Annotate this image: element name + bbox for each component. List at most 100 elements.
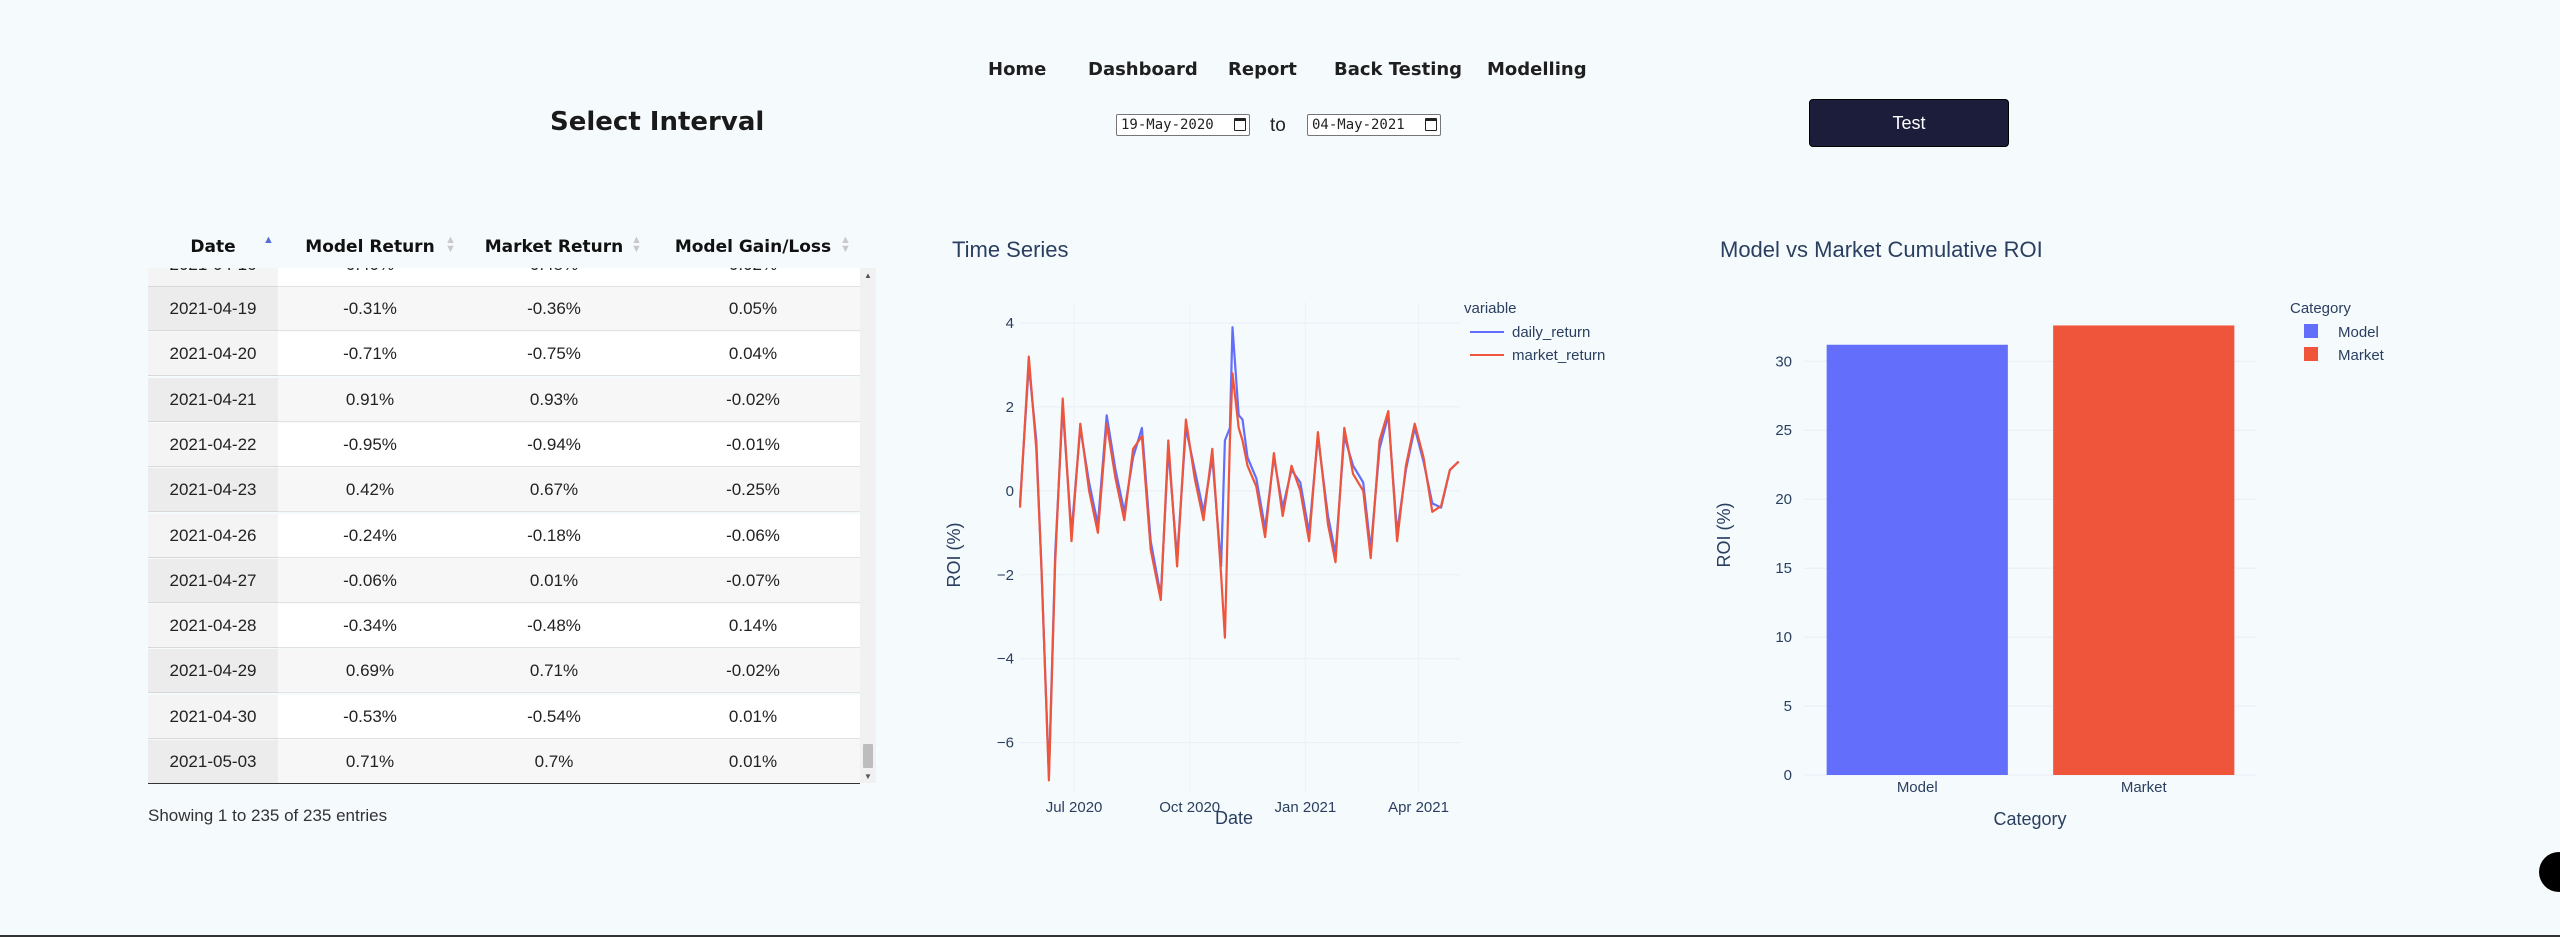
scroll-thumb[interactable] (863, 744, 873, 768)
cumulative-roi-chart: Model vs Market Cumulative ROI 0 5 10 15 20 2… (1714, 237, 2385, 829)
y-tick-label: 25 (1775, 422, 1792, 439)
table-row[interactable]: 2021-04-27 -0.06% 0.01% -0.07% (148, 558, 860, 603)
cell-date: 2021-04-26 (148, 513, 278, 558)
to-label: to (1270, 115, 1286, 136)
start-date-input[interactable]: 19-May-2020 (1116, 114, 1250, 136)
legend-item-market[interactable]: Market (2304, 347, 2385, 364)
chat-toggle-icon[interactable] (2539, 852, 2560, 892)
cell-market-return: 0.67% (529, 480, 579, 500)
y-tick-label: −2 (997, 567, 1014, 584)
bar-market[interactable] (2053, 325, 2235, 775)
legend-label: daily_return (1512, 324, 1590, 341)
calendar-icon[interactable] (1234, 118, 1246, 131)
cell-model-return: -0.31% (343, 299, 397, 318)
bars (1826, 325, 2235, 775)
cell-model-gain-loss: -0.02% (726, 661, 780, 681)
column-header-market-return[interactable]: Market Return (462, 226, 646, 268)
cell-date: 2021-04-23 (148, 468, 278, 513)
cell-date: 2021-05-03 (148, 740, 278, 783)
cell-model-return: -0.24% (343, 525, 397, 545)
table-row[interactable]: 2021-04-30 -0.53% -0.54% 0.01% (148, 694, 860, 739)
nav-back-testing[interactable]: Back Testing (1334, 59, 1462, 80)
cell-date: 2021-04-29 (148, 649, 278, 694)
cell-model-gain-loss: -0.01% (726, 434, 780, 454)
nav-report[interactable]: Report (1228, 59, 1297, 80)
nav-modelling[interactable]: Modelling (1487, 59, 1587, 80)
sort-icon[interactable]: ▲ ▼ (445, 235, 456, 255)
column-header-model-gain-loss[interactable]: Model Gain/Loss (646, 226, 860, 268)
cell-market-return: -0.94% (527, 434, 581, 454)
end-date-input[interactable]: 04-May-2021 (1307, 114, 1441, 136)
y-tick-label: 0 (1784, 767, 1792, 784)
x-tick-labels: Model Market (1897, 779, 2168, 796)
cell-market-return: -0.75% (527, 344, 581, 364)
cell-model-gain-loss: -0.06% (726, 525, 780, 545)
cell-model-gain-loss: 0.04% (728, 344, 778, 364)
table-row[interactable]: 2021-04-29 0.69% 0.71% -0.02% (148, 649, 860, 694)
y-tick-labels: 4 2 0 −2 −4 −6 (997, 315, 1014, 752)
cell-model-return: 0.71% (345, 752, 395, 771)
y-tick-label: 15 (1775, 560, 1792, 577)
bar-model[interactable] (1826, 344, 2008, 775)
cell-model-return: 0.42% (345, 480, 395, 500)
cell-market-return: -0.36% (527, 299, 581, 318)
y-tick-label: −6 (997, 735, 1014, 752)
table-row[interactable]: 2021-05-03 0.71% 0.7% 0.01% (148, 740, 860, 783)
scroll-down-icon[interactable]: ▼ (860, 769, 876, 783)
sort-icon[interactable]: ▲ (263, 235, 274, 254)
cell-market-return: 0.7% (534, 752, 574, 771)
y-tick-label: 5 (1784, 698, 1792, 715)
legend-item-model[interactable]: Model (2304, 324, 2379, 341)
table-row[interactable]: 2021-04-28 -0.34% -0.48% 0.14% (148, 604, 860, 649)
cell-model-return: 0.69% (345, 661, 395, 681)
column-header-model-return[interactable]: Model Return (278, 226, 462, 268)
scroll-up-icon[interactable]: ▲ (860, 268, 876, 282)
column-header-date[interactable]: Date (148, 226, 278, 268)
table-row[interactable]: 2021-04-21 0.91% 0.93% -0.02% (148, 377, 860, 422)
cell-date: 2021-04-21 (148, 377, 278, 422)
test-button[interactable]: Test (1809, 99, 2009, 147)
legend-item-market-return[interactable]: market_return (1470, 347, 1605, 364)
legend-item-daily-return[interactable]: daily_return (1470, 324, 1590, 341)
table-row[interactable]: 2021-04-16 0.40% 0.48% 0.02% (148, 268, 860, 287)
table-row[interactable]: 2021-04-23 0.42% 0.67% -0.25% (148, 468, 860, 513)
y-tick-label: 30 (1775, 353, 1792, 370)
table-scrollbar[interactable]: ▲ ▼ (860, 268, 876, 783)
legend-title: Category (2290, 300, 2351, 317)
cell-model-return: -0.53% (343, 706, 397, 726)
series-line-daily-return (1018, 326, 1460, 778)
cell-market-return: -0.48% (527, 616, 581, 636)
y-tick-label: 10 (1775, 629, 1792, 646)
x-axis-label: Date (1215, 808, 1253, 828)
x-tick-label: Model (1897, 779, 1938, 796)
sort-icon[interactable]: ▲ ▼ (840, 235, 851, 255)
y-tick-label: −4 (997, 651, 1014, 668)
column-label: Model Gain/Loss (674, 237, 832, 257)
legend-title: variable (1464, 300, 1517, 317)
table-row[interactable]: 2021-04-20 -0.71% -0.75% 0.04% (148, 332, 860, 377)
nav-dashboard[interactable]: Dashboard (1088, 59, 1198, 80)
column-label: Market Return (484, 237, 624, 257)
cell-market-return: -0.54% (527, 706, 581, 726)
cell-market-return: 0.93% (529, 389, 579, 409)
nav-home[interactable]: Home (988, 59, 1046, 80)
table-row[interactable]: 2021-04-22 -0.95% -0.94% -0.01% (148, 422, 860, 467)
y-tick-label: 2 (1006, 399, 1014, 416)
calendar-icon[interactable] (1425, 118, 1437, 131)
select-interval-title: Select Interval (550, 107, 765, 137)
chart-title: Time Series (952, 237, 1069, 262)
table-row[interactable]: 2021-04-26 -0.24% -0.18% -0.06% (148, 513, 860, 558)
sort-icon[interactable]: ▲ ▼ (631, 235, 642, 255)
cell-market-return: 0.71% (529, 661, 579, 681)
cell-model-return: 0.40% (278, 268, 462, 287)
cell-market-return: 0.48% (462, 268, 646, 287)
legend-label: market_return (1512, 347, 1605, 364)
cell-model-gain-loss: 0.01% (728, 752, 778, 771)
cell-model-return: 0.91% (345, 389, 395, 409)
grid (1020, 302, 1460, 793)
end-date-value: 04-May-2021 (1312, 117, 1405, 133)
start-date-value: 19-May-2020 (1121, 117, 1214, 133)
series-line-market-return (1018, 355, 1460, 782)
x-tick-label: Market (2121, 779, 2168, 796)
table-row[interactable]: 2021-04-19 -0.31% -0.36% 0.05% (148, 287, 860, 331)
